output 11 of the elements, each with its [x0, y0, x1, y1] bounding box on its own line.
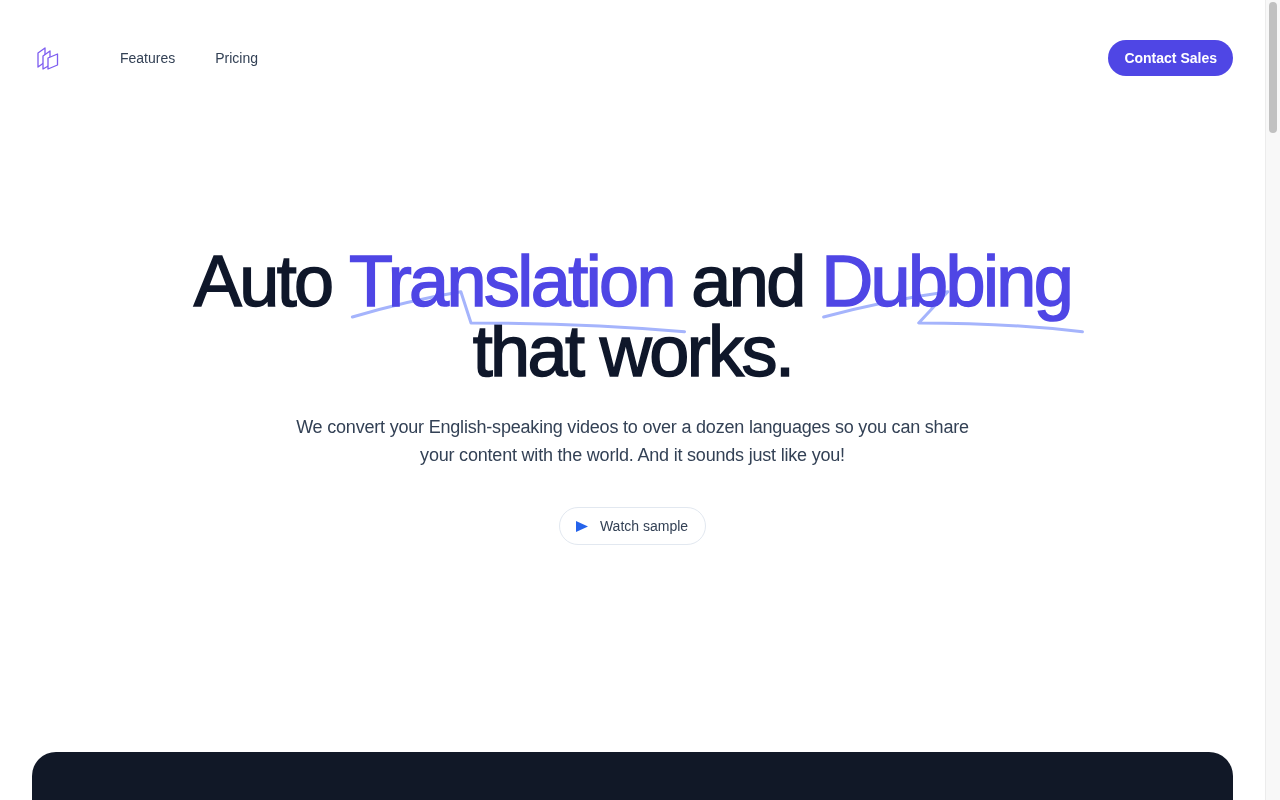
hero-subtitle: We convert your English-speaking videos to over a dozen languages so you can share your content with the world. And it sounds just like you! — [295, 416, 970, 467]
nav-link[interactable]: Pricing — [215, 48, 259, 68]
contact-sales-button[interactable]: Contact Sales — [1108, 40, 1233, 76]
headline-text: and — [691, 241, 804, 321]
nav-link[interactable]: Features — [120, 48, 176, 68]
logo-icon[interactable] — [37, 46, 59, 70]
scrollbar-thumb[interactable] — [1269, 2, 1277, 133]
headline-text: Auto — [193, 241, 332, 321]
underlined-word: Dubbing — [821, 246, 1086, 333]
play-icon — [575, 520, 588, 532]
watch-sample-button[interactable]: Watch sample — [558, 507, 707, 545]
